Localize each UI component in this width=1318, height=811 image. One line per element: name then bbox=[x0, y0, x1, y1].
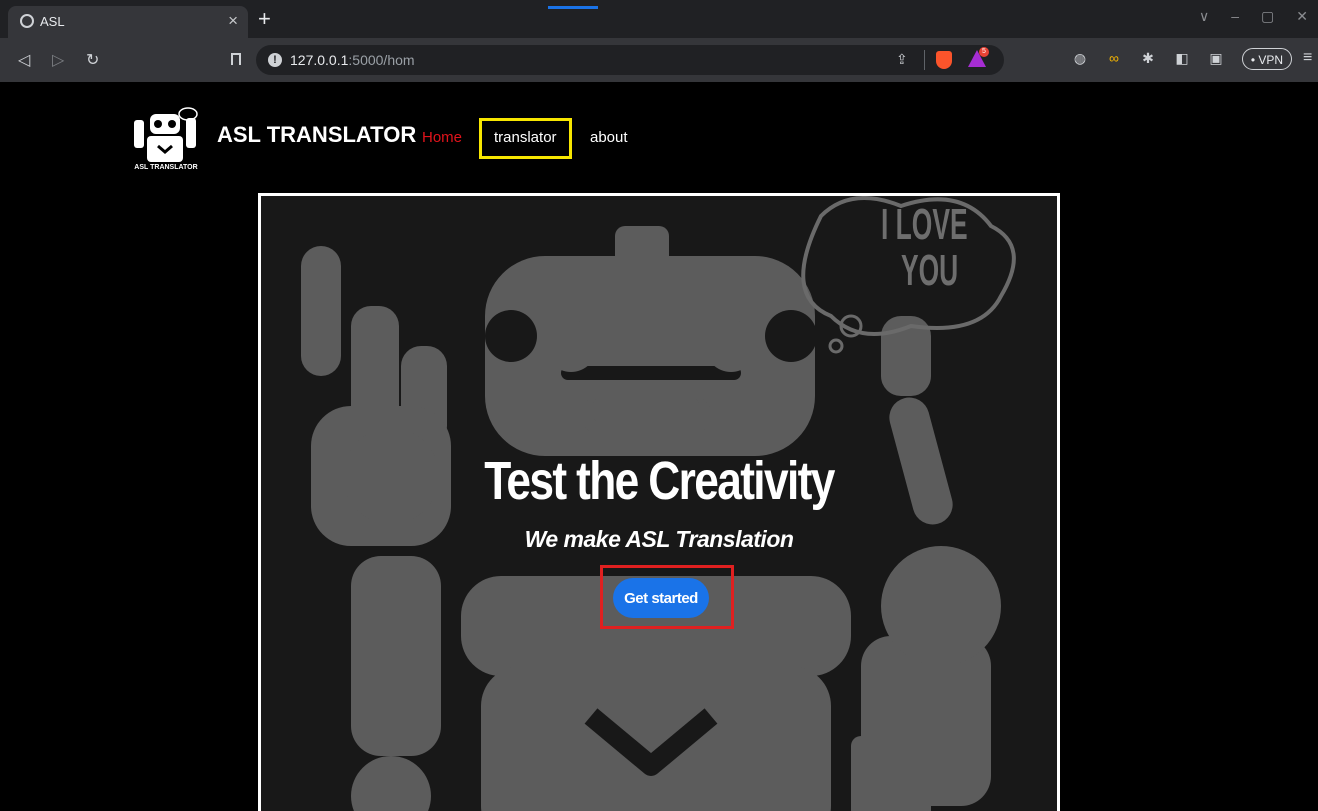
tab-title: ASL bbox=[40, 14, 65, 29]
logo-caption: ASL TRANSLATOR bbox=[134, 164, 198, 171]
nav-translator-link[interactable]: translator bbox=[494, 129, 557, 146]
get-started-button[interactable]: Get started bbox=[613, 578, 709, 618]
extension-bar: ◍ ∞ ✱ ◧ ▣ bbox=[1072, 50, 1224, 66]
sidebar-icon[interactable]: ◧ bbox=[1174, 50, 1190, 66]
new-tab-button[interactable]: + bbox=[258, 6, 271, 32]
globe-icon[interactable]: ◍ bbox=[1072, 50, 1088, 66]
tab-close-icon[interactable]: × bbox=[228, 11, 238, 31]
tab-strip-accent bbox=[548, 6, 598, 9]
hero-subtitle: We make ASL Translation bbox=[524, 526, 794, 552]
close-window-icon[interactable]: ✕ bbox=[1296, 8, 1308, 25]
brand-title[interactable]: ASL TRANSLATOR bbox=[217, 122, 416, 148]
rewards-badge: 5 bbox=[979, 47, 989, 57]
address-bar-separator bbox=[924, 50, 925, 70]
minimize-icon[interactable]: – bbox=[1231, 8, 1239, 25]
maximize-icon[interactable]: ▢ bbox=[1261, 8, 1274, 25]
vpn-button[interactable]: • VPN bbox=[1242, 48, 1292, 70]
infinity-icon[interactable]: ∞ bbox=[1106, 50, 1122, 66]
site-info-icon[interactable]: ! bbox=[268, 53, 282, 67]
address-bar[interactable]: ! 127.0.0.1:5000/hom ⇪ 5 bbox=[256, 45, 1004, 75]
share-icon[interactable]: ⇪ bbox=[896, 51, 908, 68]
nav-about-link[interactable]: about bbox=[590, 129, 628, 146]
reload-icon[interactable]: ↻ bbox=[86, 50, 99, 70]
wallet-icon[interactable]: ▣ bbox=[1208, 50, 1224, 66]
url-text[interactable]: 127.0.0.1:5000/hom bbox=[290, 52, 415, 68]
tab-search-icon[interactable]: ∨ bbox=[1199, 8, 1209, 25]
tab-favicon-icon bbox=[20, 14, 34, 28]
brave-shields-icon[interactable] bbox=[936, 51, 952, 69]
hero-title: Test the Creativity bbox=[484, 451, 835, 511]
window-controls: ∨ – ▢ ✕ bbox=[1199, 8, 1308, 25]
speech-bubble-text-2: YOU bbox=[901, 246, 959, 295]
page-content: ASL TRANSLATOR ASL TRANSLATOR Home trans… bbox=[0, 82, 1318, 811]
bookmark-icon[interactable] bbox=[231, 53, 241, 65]
tab-strip: ASL × + ∨ – ▢ ✕ bbox=[0, 0, 1318, 38]
forward-icon[interactable]: ▷ bbox=[52, 50, 64, 70]
browser-tab[interactable]: ASL × bbox=[8, 6, 248, 38]
extensions-icon[interactable]: ✱ bbox=[1140, 50, 1156, 66]
speech-bubble-text-1: I LOVE bbox=[881, 200, 968, 249]
nav-home-link[interactable]: Home bbox=[422, 129, 462, 146]
back-icon[interactable]: ◁ bbox=[18, 50, 30, 70]
hero-section: I LOVE YOU Test the Creativity We make A… bbox=[258, 193, 1060, 811]
browser-toolbar: ◁ ▷ ↻ ! 127.0.0.1:5000/hom ⇪ 5 ◍ ∞ ✱ ◧ ▣… bbox=[0, 38, 1318, 82]
menu-icon[interactable]: ≡ bbox=[1303, 49, 1312, 67]
